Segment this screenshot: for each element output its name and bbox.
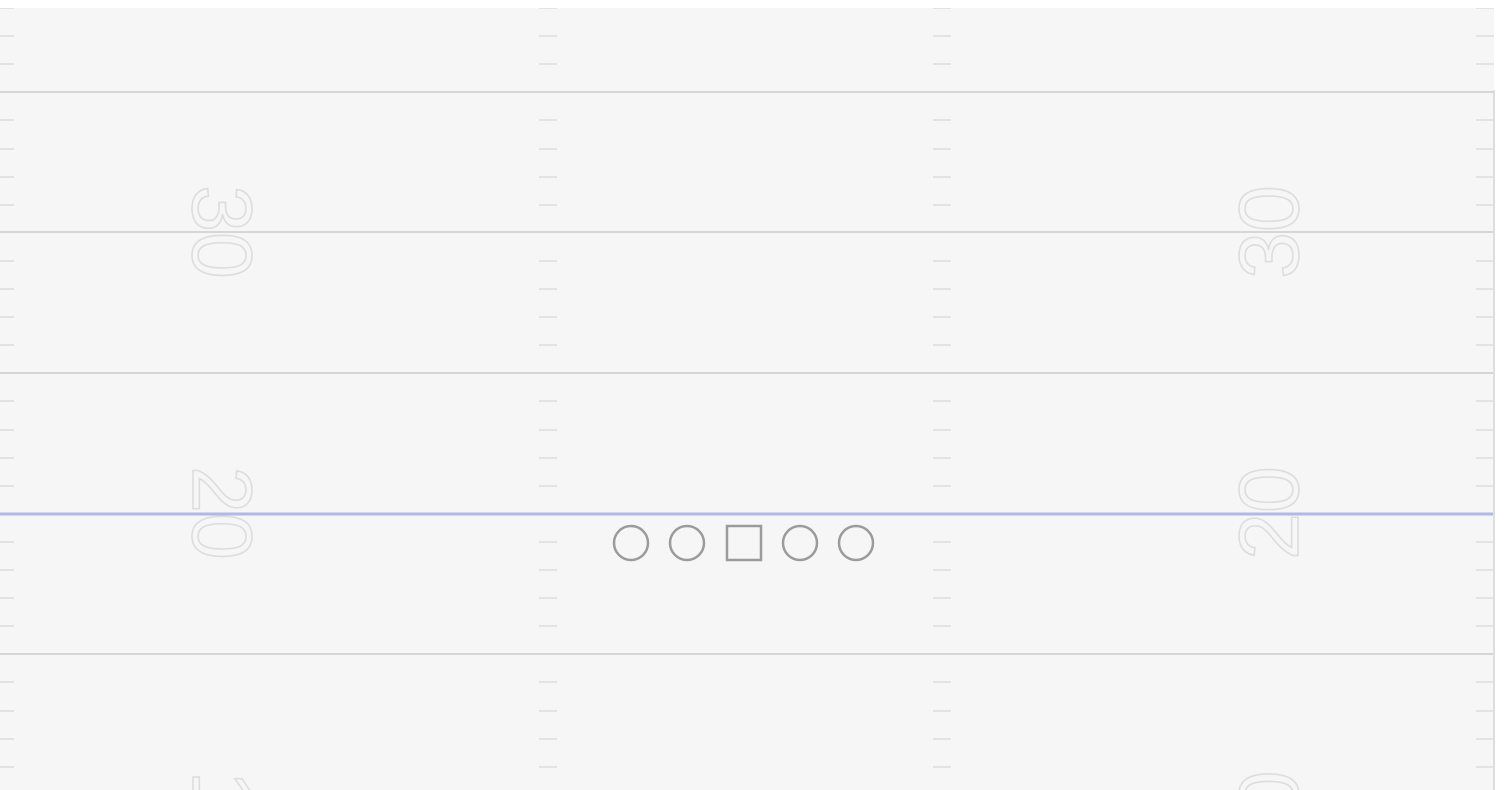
football-field-canvas[interactable]: 30 20 1 30 20 0 [0, 8, 1494, 790]
yard-number-left: 1 [175, 771, 269, 790]
yard-number-right: 30 [1222, 185, 1316, 278]
yard-number-left: 30 [175, 185, 269, 278]
field-svg: 30 20 1 30 20 0 [0, 8, 1494, 790]
field-right-edge [1493, 90, 1495, 790]
offensive-line [612, 524, 875, 562]
yard-number-right: 20 [1222, 466, 1316, 559]
yard-number-left: 20 [175, 466, 269, 559]
player-right-guard[interactable] [781, 524, 819, 562]
player-left-tackle[interactable] [612, 524, 650, 562]
player-left-guard[interactable] [668, 524, 706, 562]
player-center[interactable] [725, 524, 763, 562]
player-right-tackle[interactable] [837, 524, 875, 562]
yard-number-right: 0 [1222, 771, 1316, 790]
